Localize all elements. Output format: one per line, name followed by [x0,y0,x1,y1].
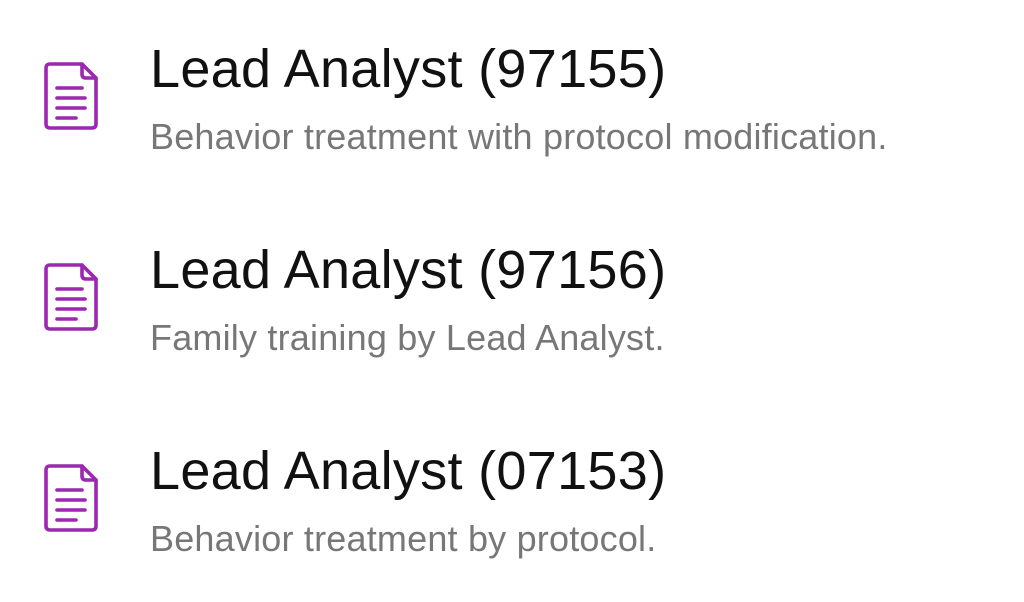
item-title: Lead Analyst (97156) [150,240,667,300]
list-item-97155[interactable]: Lead Analyst (97155) Behavior treatment … [0,0,1024,200]
item-description: Behavior treatment by protocol. [150,518,657,559]
item-description: Family training by Lead Analyst. [150,317,665,358]
document-icon [40,259,104,335]
list-item-07153[interactable]: Lead Analyst (07153) Behavior treatment … [0,402,1024,602]
document-icon [40,58,104,134]
item-title: Lead Analyst (97155) [150,39,667,99]
list-item-97156[interactable]: Lead Analyst (97156) Family training by … [0,201,1024,401]
item-title: Lead Analyst (07153) [150,441,667,501]
service-code-list: Lead Analyst (97155) Behavior treatment … [0,0,1024,598]
item-description: Behavior treatment with protocol modific… [150,116,888,157]
document-icon [40,460,104,536]
